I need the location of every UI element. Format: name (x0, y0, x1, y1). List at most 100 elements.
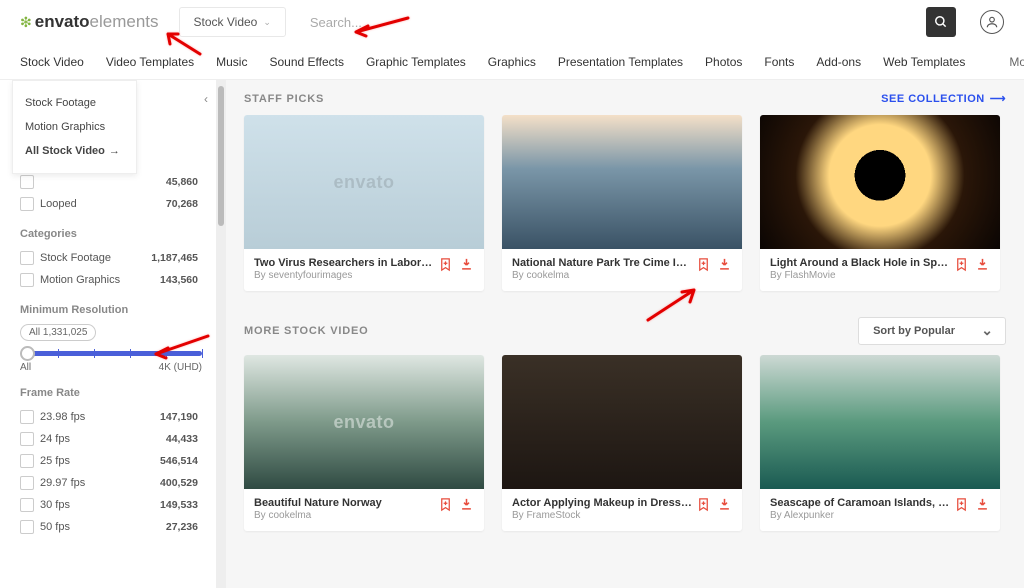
nav-stock-video[interactable]: Stock Video (20, 55, 84, 69)
nav-graphics[interactable]: Graphics (488, 55, 536, 69)
download-icon[interactable] (717, 497, 732, 512)
nav-graphic-templates[interactable]: Graphic Templates (366, 55, 466, 69)
framerate-heading: Frame Rate (20, 387, 216, 399)
nav-addons[interactable]: Add-ons (816, 55, 861, 69)
nav-more-categories[interactable]: More Categories (1009, 55, 1024, 69)
user-icon (985, 15, 999, 29)
checkbox-icon (20, 432, 34, 446)
video-title: Actor Applying Makeup in Dressing … (512, 497, 692, 509)
results-panel: STAFF PICKS SEE COLLECTION⟶ envato Two V… (216, 80, 1024, 588)
nav-music[interactable]: Music (216, 55, 247, 69)
video-author: By FlashMovie (770, 270, 950, 281)
video-title: Light Around a Black Hole in Space … (770, 257, 950, 269)
nav-photos[interactable]: Photos (705, 55, 742, 69)
chevron-down-icon: ⌄ (263, 17, 271, 28)
download-icon[interactable] (975, 497, 990, 512)
dropdown-all-stock-video[interactable]: All Stock Video→ (13, 139, 136, 163)
annotation-arrow-icon (640, 284, 700, 329)
annotation-arrow-icon (162, 28, 202, 63)
video-author: By FrameStock (512, 510, 692, 521)
filter-row[interactable]: Motion Graphics143,560 (20, 270, 216, 290)
categories-heading: Categories (20, 228, 216, 240)
bookmark-icon[interactable] (696, 257, 711, 272)
video-thumbnail[interactable] (760, 355, 1000, 489)
scrollbar-thumb[interactable] (218, 86, 224, 226)
bookmark-icon[interactable] (954, 257, 969, 272)
bookmark-icon[interactable] (954, 497, 969, 512)
video-author: By cookelma (254, 510, 434, 521)
account-avatar[interactable] (980, 10, 1004, 34)
video-title: Two Virus Researchers in Laboratory (254, 257, 434, 269)
video-card[interactable]: Actor Applying Makeup in Dressing …By Fr… (502, 355, 742, 531)
filter-label: Stock Footage (40, 252, 151, 264)
download-icon[interactable] (459, 257, 474, 272)
filter-row[interactable]: 23.98 fps147,190 (20, 407, 216, 427)
bookmark-icon[interactable] (696, 497, 711, 512)
video-card[interactable]: envato Two Virus Researchers in Laborato… (244, 115, 484, 291)
staff-picks-title: STAFF PICKS (244, 93, 324, 105)
filter-row[interactable]: 45,860 (20, 172, 216, 192)
nav-web-templates[interactable]: Web Templates (883, 55, 965, 69)
arrow-right-icon: → (109, 145, 120, 157)
search-icon (934, 15, 948, 29)
brand-logo[interactable]: ❇ envatoelements (20, 12, 159, 32)
top-header: ❇ envatoelements Stock Video ⌄ (0, 0, 1024, 44)
content-scrollbar[interactable] (216, 80, 226, 588)
filter-row[interactable]: Looped70,268 (20, 194, 216, 214)
filter-row[interactable]: 29.97 fps400,529 (20, 473, 216, 493)
video-title: National Nature Park Tre Cime In th… (512, 257, 692, 269)
leaf-icon: ❇ (20, 14, 32, 31)
filter-label: Motion Graphics (40, 274, 160, 286)
see-collection-link[interactable]: SEE COLLECTION⟶ (881, 92, 1006, 105)
nav-fonts[interactable]: Fonts (764, 55, 794, 69)
filter-count: 45,860 (166, 176, 198, 188)
filter-row[interactable]: 24 fps44,433 (20, 429, 216, 449)
nav-sound-effects[interactable]: Sound Effects (269, 55, 344, 69)
download-icon[interactable] (717, 257, 732, 272)
collapse-sidebar-button[interactable]: ‹ (204, 92, 208, 106)
video-author: By Alexpunker (770, 510, 950, 521)
nav-presentation-templates[interactable]: Presentation Templates (558, 55, 683, 69)
filter-count: 70,268 (166, 198, 198, 210)
filter-row[interactable]: 25 fps546,514 (20, 451, 216, 471)
filter-count: 1,187,465 (151, 252, 198, 264)
video-card[interactable]: envato Beautiful Nature NorwayBy cookelm… (244, 355, 484, 531)
dropdown-stock-footage[interactable]: Stock Footage (13, 91, 136, 115)
bookmark-icon[interactable] (438, 257, 453, 272)
brand-light: elements (90, 12, 159, 32)
annotation-arrow-icon (150, 332, 210, 365)
checkbox-icon (20, 273, 34, 287)
video-card[interactable]: Seascape of Caramoan Islands, Cam…By Ale… (760, 355, 1000, 531)
filter-row[interactable]: 50 fps27,236 (20, 517, 216, 537)
category-navbar: Stock Video Video Templates Music Sound … (0, 44, 1024, 80)
more-stock-title: MORE STOCK VIDEO (244, 325, 368, 337)
resolution-heading: Minimum Resolution (20, 304, 216, 316)
filter-row[interactable]: Stock Footage1,187,465 (20, 248, 216, 268)
bookmark-icon[interactable] (438, 497, 453, 512)
video-thumbnail[interactable] (760, 115, 1000, 249)
staff-picks-row: envato Two Virus Researchers in Laborato… (244, 115, 1006, 291)
video-thumbnail[interactable] (502, 115, 742, 249)
video-thumbnail[interactable]: envato (244, 355, 484, 489)
sort-dropdown[interactable]: Sort by Popular (858, 317, 1006, 345)
category-selector-label: Stock Video (194, 15, 258, 29)
video-thumbnail[interactable]: envato (244, 115, 484, 249)
filter-row[interactable]: 30 fps149,533 (20, 495, 216, 515)
annotation-arrow-icon (350, 14, 410, 43)
video-title: Seascape of Caramoan Islands, Cam… (770, 497, 950, 509)
resolution-badge: All 1,331,025 (20, 324, 96, 341)
video-card[interactable]: Light Around a Black Hole in Space …By F… (760, 115, 1000, 291)
checkbox-icon (20, 197, 34, 211)
download-icon[interactable] (975, 257, 990, 272)
staff-picks-header: STAFF PICKS SEE COLLECTION⟶ (244, 92, 1006, 105)
more-stock-row: envato Beautiful Nature NorwayBy cookelm… (244, 355, 1006, 531)
dropdown-motion-graphics[interactable]: Motion Graphics (13, 115, 136, 139)
search-button[interactable] (926, 7, 956, 37)
video-author: By cookelma (512, 270, 692, 281)
checkbox-icon (20, 454, 34, 468)
slider-thumb-icon[interactable] (20, 346, 35, 361)
brand-strong: envato (35, 12, 90, 32)
video-card[interactable]: National Nature Park Tre Cime In th…By c… (502, 115, 742, 291)
download-icon[interactable] (459, 497, 474, 512)
video-thumbnail[interactable] (502, 355, 742, 489)
